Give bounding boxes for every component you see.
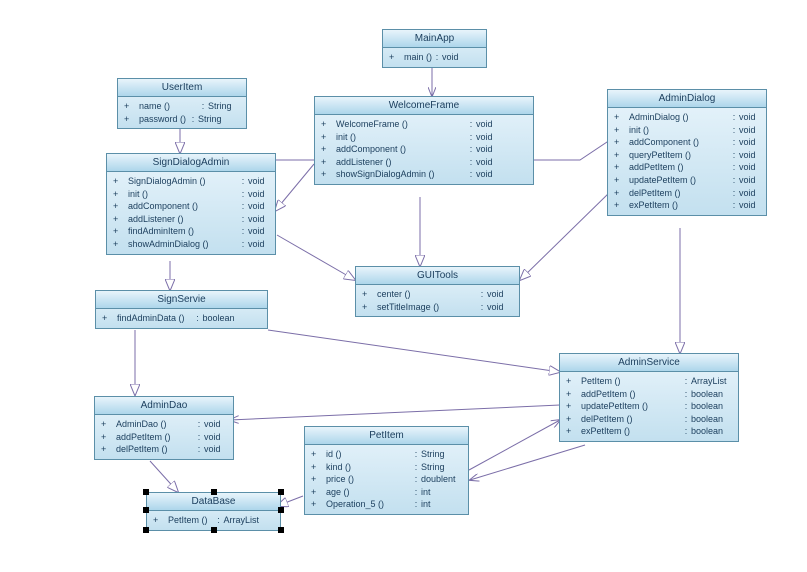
- class-admindao[interactable]: AdminDao +AdminDao ():void +addPetItem (…: [94, 396, 234, 460]
- class-title: AdminDao: [95, 397, 233, 415]
- class-useritem[interactable]: UserItem +name ():String +password ():St…: [117, 78, 247, 129]
- selection-handle[interactable]: [143, 507, 149, 513]
- class-welcomeframe[interactable]: WelcomeFrame +WelcomeFrame ():void +init…: [314, 96, 534, 185]
- class-title: WelcomeFrame: [315, 97, 533, 115]
- class-signservie[interactable]: SignServie +findAdminData ():boolean: [95, 290, 268, 329]
- class-title: GUITools: [356, 267, 519, 285]
- class-body: +findAdminData ():boolean: [96, 309, 267, 328]
- class-title: AdminDialog: [608, 90, 766, 108]
- class-title: SignServie: [96, 291, 267, 309]
- selection-handle[interactable]: [278, 489, 284, 495]
- class-title: DataBase: [147, 493, 280, 511]
- class-title: UserItem: [118, 79, 246, 97]
- class-title: MainApp: [383, 30, 486, 48]
- selection-handle[interactable]: [278, 507, 284, 513]
- class-guitools[interactable]: GUITools +center ():void +setTitleImage …: [355, 266, 520, 317]
- class-petitem[interactable]: PetItem +id ():String +kind ():String +p…: [304, 426, 469, 515]
- class-body: +WelcomeFrame ():void +init ():void +add…: [315, 115, 533, 184]
- class-title: AdminService: [560, 354, 738, 372]
- class-signdialogadmin[interactable]: SignDialogAdmin +SignDialogAdmin ():void…: [106, 153, 276, 255]
- class-database[interactable]: DataBase +PetItem ():ArrayList: [146, 492, 281, 531]
- selection-handle[interactable]: [143, 489, 149, 495]
- class-body: +main ():void: [383, 48, 486, 67]
- class-title: SignDialogAdmin: [107, 154, 275, 172]
- class-body: +name ():String +password ():String: [118, 97, 246, 128]
- class-body: +AdminDialog ():void +init ():void +addC…: [608, 108, 766, 215]
- class-mainapp[interactable]: MainApp +main ():void: [382, 29, 487, 68]
- class-adminservice[interactable]: AdminService +PetItem ():ArrayList +addP…: [559, 353, 739, 442]
- class-title: PetItem: [305, 427, 468, 445]
- selection-handle[interactable]: [278, 527, 284, 533]
- class-body: +id ():String +kind ():String +price ():…: [305, 445, 468, 514]
- class-body: +SignDialogAdmin ():void +init ():void +…: [107, 172, 275, 254]
- class-body: +center ():void +setTitleImage ():void: [356, 285, 519, 316]
- class-admindialog[interactable]: AdminDialog +AdminDialog ():void +init (…: [607, 89, 767, 216]
- class-body: +PetItem ():ArrayList +addPetItem ():boo…: [560, 372, 738, 441]
- selection-handle[interactable]: [211, 489, 217, 495]
- selection-handle[interactable]: [211, 527, 217, 533]
- class-body: +AdminDao ():void +addPetItem ():void +d…: [95, 415, 233, 459]
- selection-handle[interactable]: [143, 527, 149, 533]
